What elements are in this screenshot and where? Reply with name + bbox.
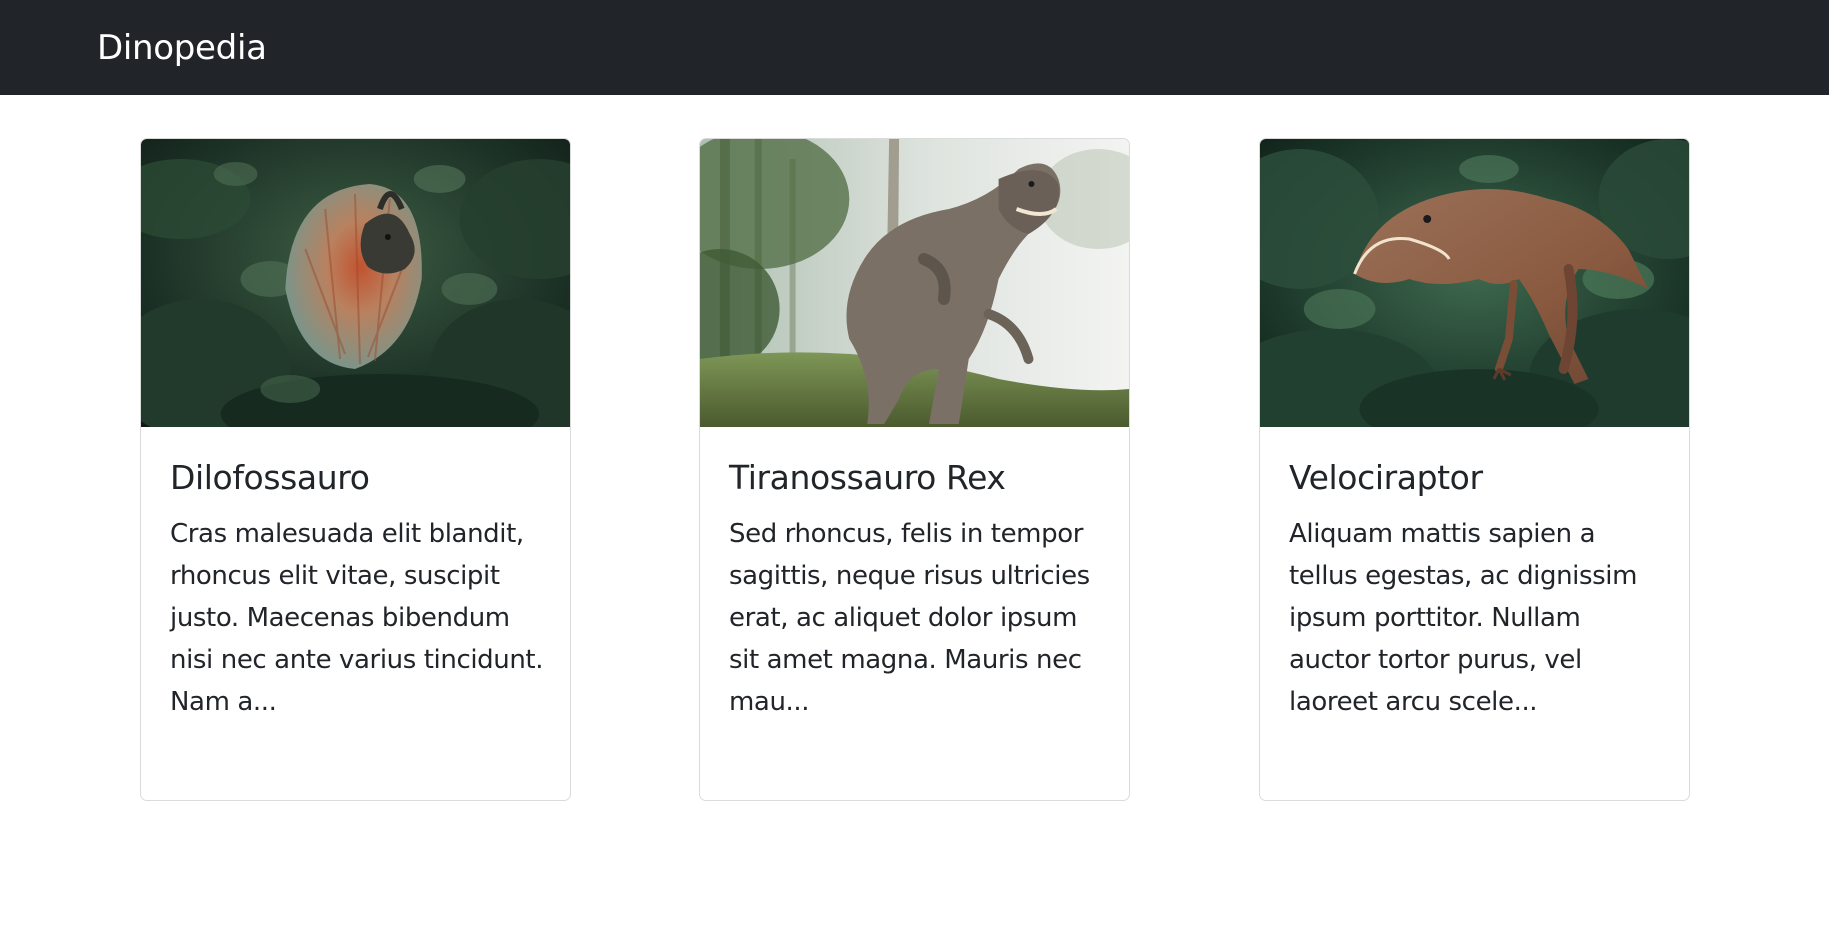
card-title: Tiranossauro Rex [729,458,1006,497]
velociraptor-image [1260,139,1689,427]
card-text: Cras malesuada elit blandit, rhoncus eli… [170,519,544,717]
card-grid: Dilofossauro Cras malesuada elit blandit… [0,0,1829,938]
card-body: Dilofossauro Cras malesuada elit blandit… [170,427,548,723]
card-body: Tiranossauro Rex Sed rhoncus, felis in t… [729,427,1107,723]
dilophosaurus-image [141,139,570,427]
card-text: Sed rhoncus, felis in tempor sagittis, n… [729,519,1090,717]
card-title: Dilofossauro [170,458,370,497]
card-text: Aliquam mattis sapien a tellus egestas, … [1289,519,1638,717]
card-body: Velociraptor Aliquam mattis sapien a tel… [1289,427,1667,723]
dino-card-velociraptor[interactable]: Velociraptor Aliquam mattis sapien a tel… [1259,138,1690,801]
card-title: Velociraptor [1289,458,1483,497]
tyrannosaurus-image [700,139,1129,427]
dino-card-tiranossauro-rex[interactable]: Tiranossauro Rex Sed rhoncus, felis in t… [699,138,1130,801]
dino-card-dilofossauro[interactable]: Dilofossauro Cras malesuada elit blandit… [140,138,571,801]
